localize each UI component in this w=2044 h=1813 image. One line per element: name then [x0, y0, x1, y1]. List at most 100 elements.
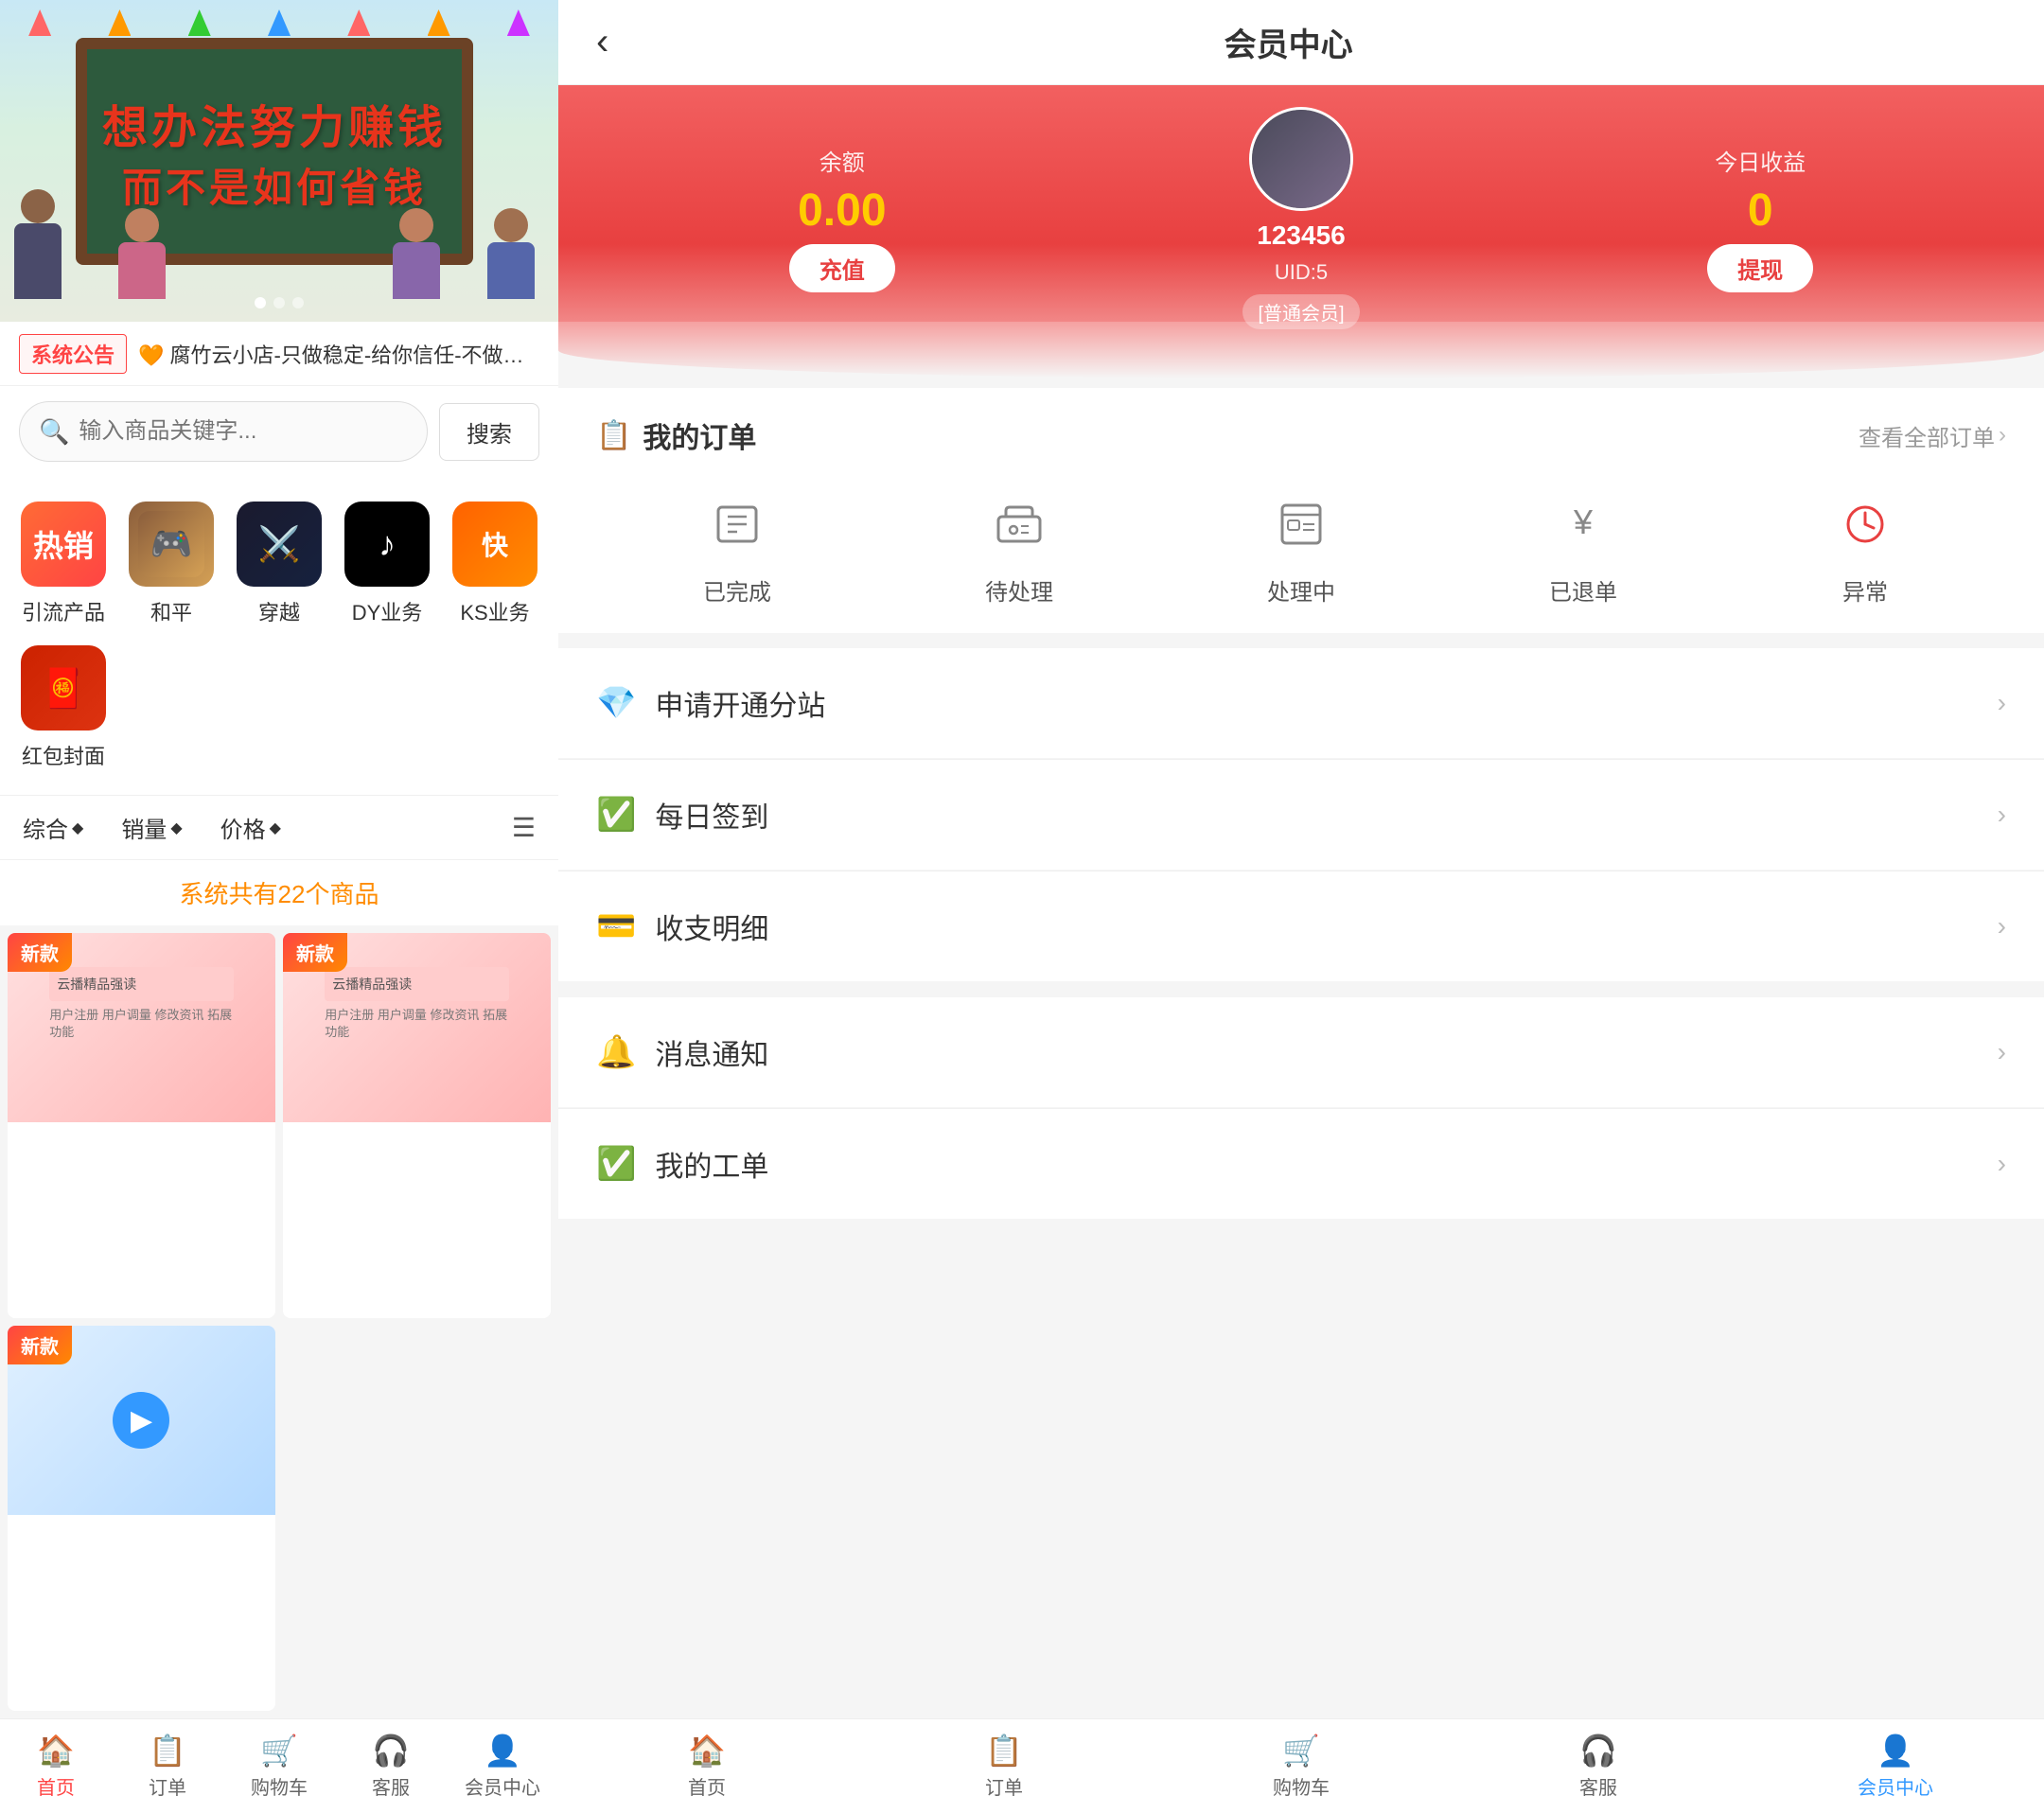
banner-text1: 想办法努力赚钱	[102, 90, 447, 156]
list-view-icon[interactable]: ☰	[512, 812, 536, 843]
nav-member[interactable]: 👤 会员中心	[447, 1719, 558, 1813]
search-button[interactable]: 搜索	[439, 403, 539, 461]
orders-title-icon: 📋	[596, 419, 631, 452]
product-grid: 新款 云播精品强读 用户注册 用户调量 修改资讯 拓展功能 新款 云播精品强读 …	[0, 925, 558, 1718]
nav-home[interactable]: 🏠 首页	[0, 1719, 112, 1813]
checkin-label: 每日签到	[655, 794, 1997, 836]
right-nav-member[interactable]: 👤 会员中心	[1747, 1719, 2044, 1813]
right-cart-icon: 🛒	[1282, 1733, 1320, 1769]
new-badge-1: 新款	[8, 933, 72, 972]
sort-sales-label: 销量	[121, 811, 167, 844]
product-thumb-1: 新款 云播精品强读 用户注册 用户调量 修改资讯 拓展功能	[8, 933, 275, 1122]
service-icon: 🎧	[372, 1733, 410, 1769]
menu-chevron-5: ›	[1998, 1149, 2006, 1179]
category-hot-icon: 热销	[21, 502, 106, 587]
menu-item-checkin[interactable]: ✅ 每日签到 ›	[558, 760, 2044, 871]
product-thumb-2: 新款 云播精品强读 用户注册 用户调量 修改资讯 拓展功能	[283, 933, 551, 1122]
right-member-label: 会员中心	[1858, 1772, 1933, 1800]
bottom-nav-left: 🏠 首页 📋 订单 🛒 购物车 🎧 客服 👤 会员中心	[0, 1718, 558, 1813]
banner-dot-2[interactable]	[273, 297, 285, 308]
category-grid: 热销 引流产品 🎮 和平 ⚔️ 穿越 ♪ DY业务 快	[0, 477, 558, 795]
avatar-section: 123456 UID:5 [普通会员]	[1242, 107, 1359, 329]
page-title: 会员中心	[627, 19, 1949, 65]
category-hb-label: 红包封面	[22, 740, 105, 770]
check-icon-1: ✅	[596, 796, 636, 834]
category-peace[interactable]: 🎮 和平	[117, 492, 225, 636]
menu-list: 💎 申请开通分站 › ✅ 每日签到 › 💳 收支明细 › 🔔 消息通知 ›	[558, 648, 2044, 1219]
view-all-orders[interactable]: 查看全部订单 ›	[1859, 419, 2006, 452]
sort-price-label: 价格	[220, 811, 266, 844]
sort-comprehensive-label: 综合	[23, 811, 68, 844]
product-card-1[interactable]: 新款 云播精品强读 用户注册 用户调量 修改资讯 拓展功能	[8, 933, 275, 1318]
cart-icon: 🛒	[260, 1733, 298, 1769]
banner-dot-1[interactable]	[255, 297, 266, 308]
bell-icon: 🔔	[596, 1033, 636, 1071]
bottom-nav-right: 🏠 首页 📋 订单 🛒 购物车 🎧 客服 👤 会员中心	[558, 1718, 2044, 1813]
notice-tag: 系统公告	[19, 334, 127, 374]
product-card-2[interactable]: 新款 云播精品强读 用户注册 用户调量 修改资讯 拓展功能	[283, 933, 551, 1318]
right-content: 📋 我的订单 查看全部订单 › 已完成	[558, 350, 2044, 1718]
sort-price[interactable]: 价格 ◆	[220, 811, 281, 844]
category-dy-label: DY业务	[352, 596, 423, 626]
orders-section: 📋 我的订单 查看全部订单 › 已完成	[558, 388, 2044, 633]
order-status-pending[interactable]: 待处理	[981, 486, 1057, 607]
svg-text:¥: ¥	[1573, 502, 1594, 541]
hero-earnings: 今日收益 0 提现	[1707, 144, 1813, 292]
menu-chevron-4: ›	[1998, 1037, 2006, 1067]
order-status-abnormal[interactable]: 异常	[1827, 486, 1903, 607]
category-cross[interactable]: ⚔️ 穿越	[225, 492, 333, 636]
category-peace-label: 和平	[150, 596, 192, 626]
category-ks[interactable]: 快 KS业务	[441, 492, 549, 636]
right-member-icon: 👤	[1877, 1733, 1914, 1769]
category-dy[interactable]: ♪ DY业务	[333, 492, 441, 636]
menu-chevron-3: ›	[1998, 911, 2006, 942]
category-ks-label: KS业务	[460, 596, 529, 626]
sort-sales[interactable]: 销量 ◆	[121, 811, 182, 844]
category-hb[interactable]: 🧧 红包封面	[9, 636, 117, 780]
heart-icon: 🧡	[138, 343, 164, 367]
username: 123456	[1257, 220, 1345, 251]
refunded-icon: ¥	[1545, 486, 1621, 562]
right-service-label: 客服	[1579, 1772, 1617, 1800]
sort-comprehensive[interactable]: 综合 ◆	[23, 811, 83, 844]
category-ks-icon: 快	[452, 502, 537, 587]
card-icon: 💳	[596, 907, 636, 945]
nav-cart[interactable]: 🛒 购物车	[223, 1719, 335, 1813]
right-orders-icon: 📋	[985, 1733, 1023, 1769]
order-status-processing[interactable]: 处理中	[1263, 486, 1339, 607]
recharge-button[interactable]: 充值	[789, 244, 895, 292]
search-input-wrap[interactable]: 🔍	[19, 401, 428, 462]
category-hot[interactable]: 热销 引流产品	[9, 492, 117, 636]
menu-item-notification[interactable]: 🔔 消息通知 ›	[558, 997, 2044, 1108]
pending-label: 待处理	[985, 573, 1053, 607]
right-nav-service[interactable]: 🎧 客服	[1450, 1719, 1747, 1813]
orders-title-text: 我的订单	[643, 414, 756, 456]
menu-item-subsite[interactable]: 💎 申请开通分站 ›	[558, 648, 2044, 759]
banner-dot-3[interactable]	[292, 297, 304, 308]
right-nav-home[interactable]: 🏠 首页	[558, 1719, 855, 1813]
left-panel: 想办法努力赚钱 而不是如何省钱	[0, 0, 558, 1813]
workorder-label: 我的工单	[655, 1143, 1997, 1185]
menu-chevron-2: ›	[1998, 800, 2006, 830]
nav-service-label: 客服	[372, 1772, 410, 1800]
withdraw-button[interactable]: 提现	[1707, 244, 1813, 292]
subsite-label: 申请开通分站	[655, 682, 1997, 724]
right-nav-orders[interactable]: 📋 订单	[855, 1719, 1153, 1813]
section-divider	[558, 982, 2044, 997]
processing-label: 处理中	[1267, 573, 1335, 607]
order-status-completed[interactable]: 已完成	[699, 486, 775, 607]
balance-amount: 0.00	[798, 185, 886, 237]
nav-service[interactable]: 🎧 客服	[335, 1719, 447, 1813]
category-cross-label: 穿越	[258, 596, 300, 626]
right-nav-cart[interactable]: 🛒 购物车	[1153, 1719, 1450, 1813]
menu-item-workorder[interactable]: ✅ 我的工单 ›	[558, 1109, 2044, 1219]
nav-orders[interactable]: 📋 订单	[112, 1719, 223, 1813]
search-input[interactable]	[79, 418, 408, 445]
banner-text2: 而不是如何省钱	[122, 156, 427, 214]
product-card-3[interactable]: 新款 ▶	[8, 1326, 275, 1711]
avatar	[1249, 107, 1353, 211]
order-status-refunded[interactable]: ¥ 已退单	[1545, 486, 1621, 607]
sort-diamond-icon-2: ◆	[170, 818, 182, 837]
menu-item-finance[interactable]: 💳 收支明细 ›	[558, 871, 2044, 982]
back-button[interactable]: ‹	[596, 21, 608, 63]
